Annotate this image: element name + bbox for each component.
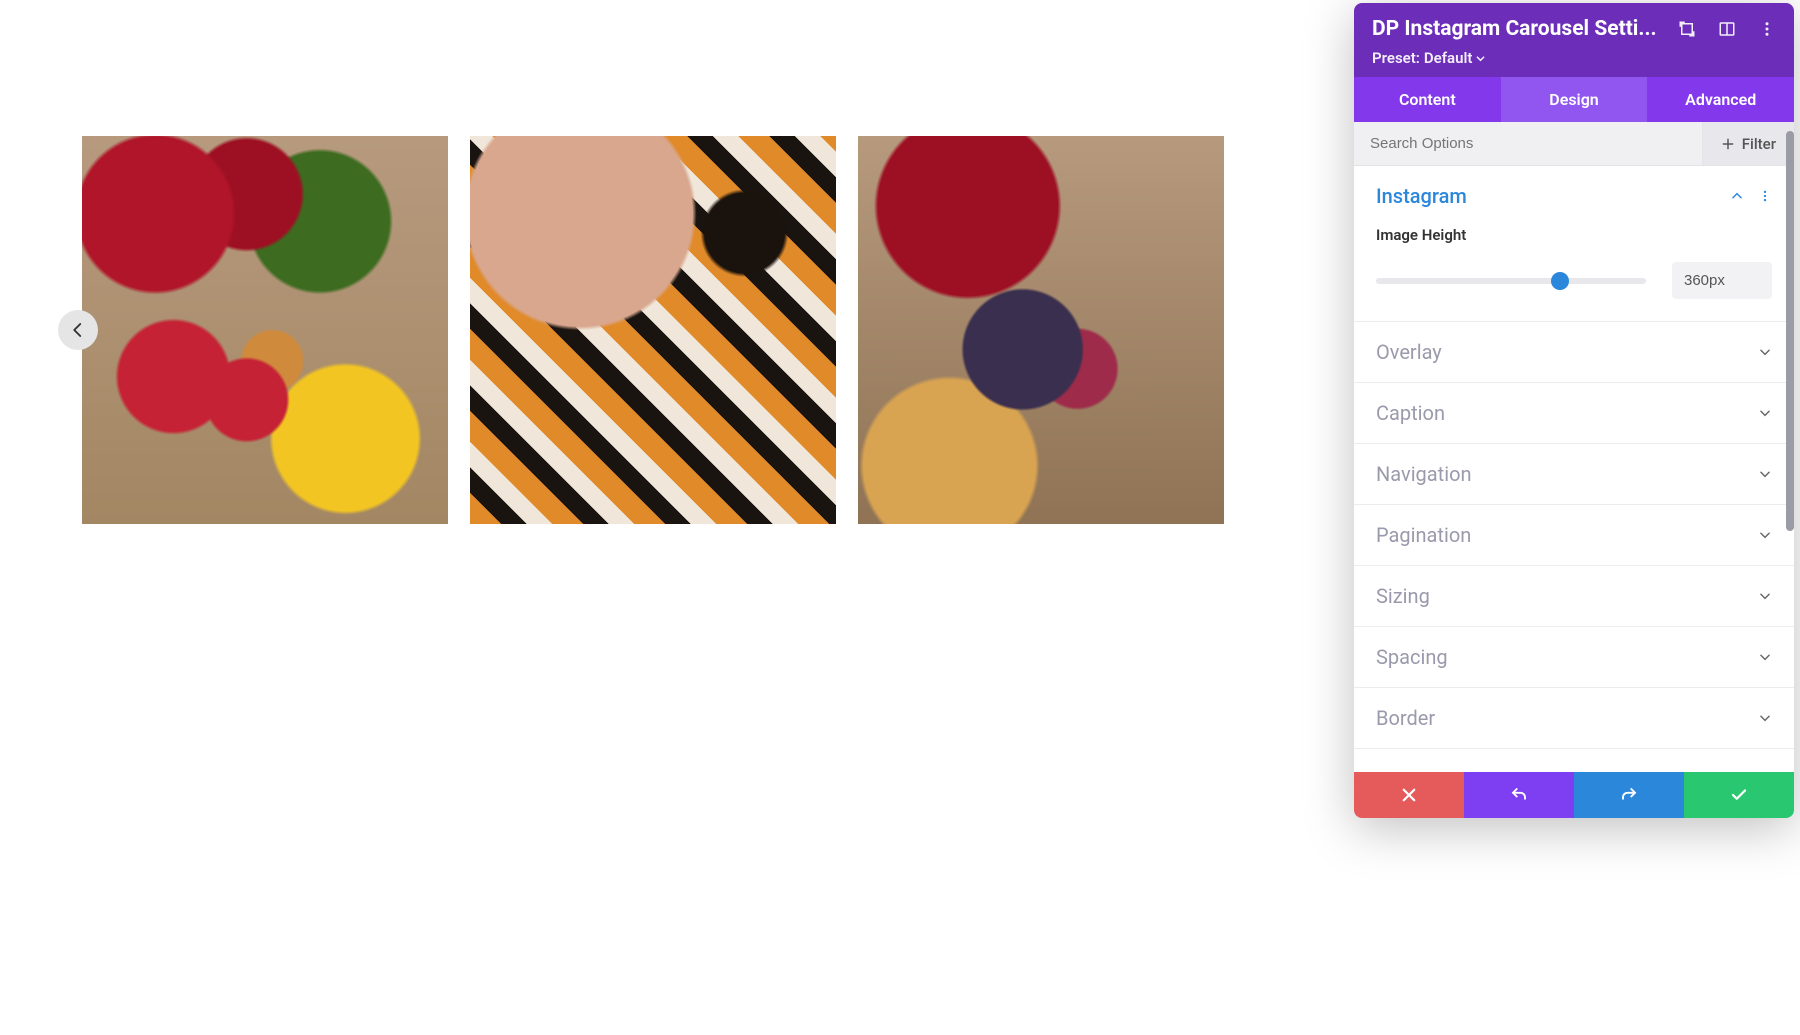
chevron-down-icon — [1758, 711, 1772, 725]
cancel-button[interactable] — [1354, 772, 1464, 818]
chevron-down-icon — [1758, 406, 1772, 420]
accordion-item-overlay: Overlay — [1354, 322, 1794, 383]
accordion-title: Caption — [1376, 401, 1445, 425]
caret-down-icon — [1476, 54, 1485, 63]
layout-columns-icon[interactable] — [1718, 20, 1736, 38]
chevron-down-icon — [1758, 650, 1772, 664]
panel-title: DP Instagram Carousel Setti... — [1372, 17, 1668, 41]
chevron-down-icon — [1758, 467, 1772, 481]
chevron-up-icon — [1730, 189, 1744, 203]
carousel-slide[interactable] — [82, 136, 448, 524]
accordion-title: Instagram — [1376, 184, 1467, 208]
accordion-item-sizing: Sizing — [1354, 566, 1794, 627]
panel-header: DP Instagram Carousel Setti... Preset: — [1354, 3, 1794, 77]
carousel — [0, 136, 985, 524]
search-input[interactable] — [1354, 122, 1702, 165]
preset-dropdown[interactable]: Preset: Default — [1372, 49, 1776, 67]
redo-icon — [1620, 786, 1638, 804]
accordion-toggle-pagination[interactable]: Pagination — [1354, 505, 1794, 565]
accordion-toggle-overlay[interactable]: Overlay — [1354, 322, 1794, 382]
tab-design[interactable]: Design — [1501, 77, 1648, 122]
tab-advanced[interactable]: Advanced — [1647, 77, 1794, 122]
slider-fill — [1376, 278, 1560, 284]
accordion-item-caption: Caption — [1354, 383, 1794, 444]
chevron-down-icon — [1758, 528, 1772, 542]
more-vertical-icon[interactable] — [1758, 189, 1772, 203]
filter-button[interactable]: Filter — [1702, 122, 1794, 165]
chevron-down-icon — [1758, 345, 1772, 359]
panel-tabs: Content Design Advanced — [1354, 77, 1794, 122]
accordion-item-navigation: Navigation — [1354, 444, 1794, 505]
scrollbar-thumb[interactable] — [1786, 131, 1794, 531]
accordion-title: Spacing — [1376, 645, 1448, 669]
undo-button[interactable] — [1464, 772, 1574, 818]
settings-panel: DP Instagram Carousel Setti... Preset: — [1354, 3, 1794, 818]
redo-button[interactable] — [1574, 772, 1684, 818]
accordion-toggle-border[interactable]: Border — [1354, 688, 1794, 748]
accordion-item-pagination: Pagination — [1354, 505, 1794, 566]
filter-label: Filter — [1742, 135, 1776, 153]
accordion-title: Overlay — [1376, 340, 1442, 364]
accordion-toggle-instagram[interactable]: Instagram — [1354, 166, 1794, 226]
search-row: Filter — [1354, 122, 1794, 166]
accordion: Instagram Image Height — [1354, 166, 1794, 772]
save-button[interactable] — [1684, 772, 1794, 818]
more-vertical-icon[interactable] — [1758, 20, 1776, 38]
accordion-title: Border — [1376, 706, 1435, 730]
panel-footer — [1354, 772, 1794, 818]
accordion-toggle-sizing[interactable]: Sizing — [1354, 566, 1794, 626]
panel-scrollbar[interactable] — [1786, 131, 1794, 772]
preset-label: Preset: — [1372, 49, 1420, 67]
image-height-value[interactable] — [1672, 262, 1772, 299]
carousel-prev-button[interactable] — [58, 310, 98, 350]
carousel-preview — [0, 0, 985, 1035]
carousel-slide[interactable] — [858, 136, 1224, 524]
close-icon — [1400, 786, 1418, 804]
accordion-toggle-spacing[interactable]: Spacing — [1354, 627, 1794, 687]
expand-icon[interactable] — [1678, 20, 1696, 38]
image-height-label: Image Height — [1376, 226, 1772, 244]
accordion-toggle-caption[interactable]: Caption — [1354, 383, 1794, 443]
accordion-body-instagram: Image Height — [1354, 226, 1794, 321]
carousel-slide[interactable] — [470, 136, 836, 524]
slider-thumb[interactable] — [1551, 272, 1569, 290]
undo-icon — [1510, 786, 1528, 804]
plus-icon — [1721, 137, 1735, 151]
accordion-title: Pagination — [1376, 523, 1471, 547]
accordion-item-border: Border — [1354, 688, 1794, 749]
accordion-toggle-navigation[interactable]: Navigation — [1354, 444, 1794, 504]
accordion-title: Sizing — [1376, 584, 1430, 608]
preset-value: Default — [1424, 49, 1473, 67]
accordion-title: Navigation — [1376, 462, 1472, 486]
check-icon — [1730, 786, 1748, 804]
chevron-left-icon — [69, 321, 87, 339]
tab-content[interactable]: Content — [1354, 77, 1501, 122]
chevron-down-icon — [1758, 589, 1772, 603]
accordion-item-instagram: Instagram Image Height — [1354, 166, 1794, 322]
accordion-item-spacing: Spacing — [1354, 627, 1794, 688]
image-height-slider[interactable] — [1376, 278, 1646, 284]
